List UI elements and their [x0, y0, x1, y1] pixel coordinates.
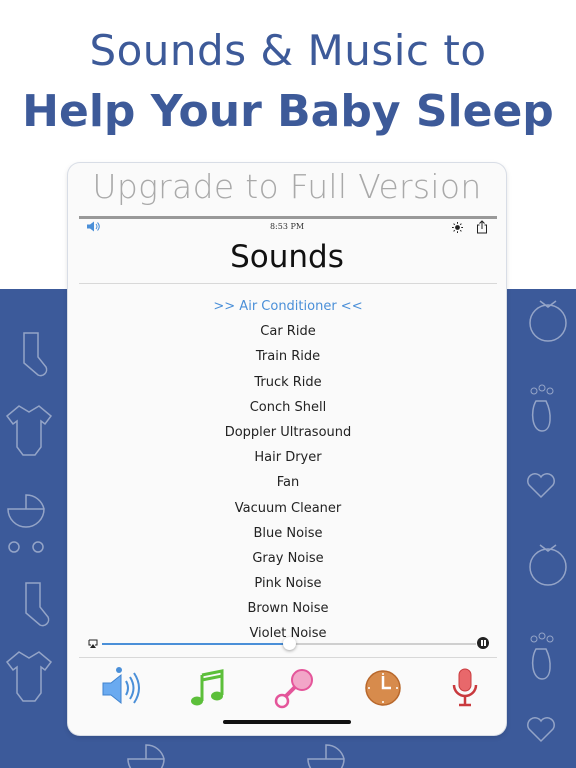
- sound-item-selected[interactable]: >> Air Conditioner <<: [79, 294, 497, 319]
- sock-icon: [23, 332, 48, 377]
- share-icon[interactable]: [476, 220, 488, 234]
- baby-face-icon: [529, 300, 567, 342]
- airplay-icon[interactable]: [88, 639, 98, 648]
- stroller-icon: [307, 744, 345, 768]
- sound-item[interactable]: Conch Shell: [79, 395, 497, 420]
- sound-item[interactable]: Violet Noise: [79, 621, 497, 638]
- sound-item[interactable]: Hair Dryer: [79, 445, 497, 470]
- status-bar-divider: [79, 216, 497, 219]
- playback-slider[interactable]: [102, 637, 476, 650]
- page-title: Sounds: [230, 239, 344, 275]
- status-time: 8:53 PM: [269, 222, 305, 231]
- pause-icon[interactable]: [477, 637, 489, 649]
- heart-icon: [527, 717, 555, 743]
- brightness-icon[interactable]: [452, 222, 463, 233]
- sound-item[interactable]: Truck Ride: [79, 370, 497, 395]
- sound-item[interactable]: Car Ride: [79, 319, 497, 344]
- headline-line-1: Sounds & Music to: [89, 26, 487, 75]
- sound-item[interactable]: Train Ride: [79, 344, 497, 369]
- sound-item[interactable]: Blue Noise: [79, 521, 497, 546]
- headline-line-2: Help Your Baby Sleep: [22, 86, 554, 137]
- tab-bar: [79, 657, 497, 719]
- sound-item[interactable]: Pink Noise: [79, 571, 497, 596]
- tab-sounds-speaker-icon[interactable]: [97, 663, 147, 713]
- tab-microphone-icon[interactable]: [440, 663, 490, 713]
- heart-icon: [527, 473, 555, 499]
- onesie-icon: [5, 405, 53, 456]
- upgrade-banner[interactable]: Upgrade to Full Version: [68, 167, 506, 206]
- footprint-icon: [530, 384, 554, 432]
- baby-face-icon: [529, 544, 567, 586]
- footprint-icon: [530, 632, 554, 680]
- sound-item[interactable]: Doppler Ultrasound: [79, 420, 497, 445]
- sound-item[interactable]: Vacuum Cleaner: [79, 496, 497, 521]
- sounds-list[interactable]: >> Air Conditioner << Car Ride Train Rid…: [79, 294, 497, 638]
- home-indicator: [223, 720, 351, 724]
- sound-item[interactable]: Fan: [79, 470, 497, 495]
- sound-item[interactable]: Gray Noise: [79, 546, 497, 571]
- slider-thumb[interactable]: [283, 637, 296, 650]
- tab-music-note-icon[interactable]: [184, 663, 234, 713]
- title-divider: [79, 283, 497, 284]
- onesie-icon: [5, 651, 53, 702]
- sound-item[interactable]: Brown Noise: [79, 596, 497, 621]
- tab-clock-icon[interactable]: [358, 663, 408, 713]
- stroller-icon: [7, 494, 45, 553]
- app-screen: Upgrade to Full Version 8:53 PM Sounds >…: [68, 163, 506, 735]
- sock-icon: [25, 582, 50, 627]
- tab-rattle-icon[interactable]: [271, 663, 321, 713]
- playback-progress: [102, 643, 289, 645]
- stroller-icon: [127, 744, 165, 768]
